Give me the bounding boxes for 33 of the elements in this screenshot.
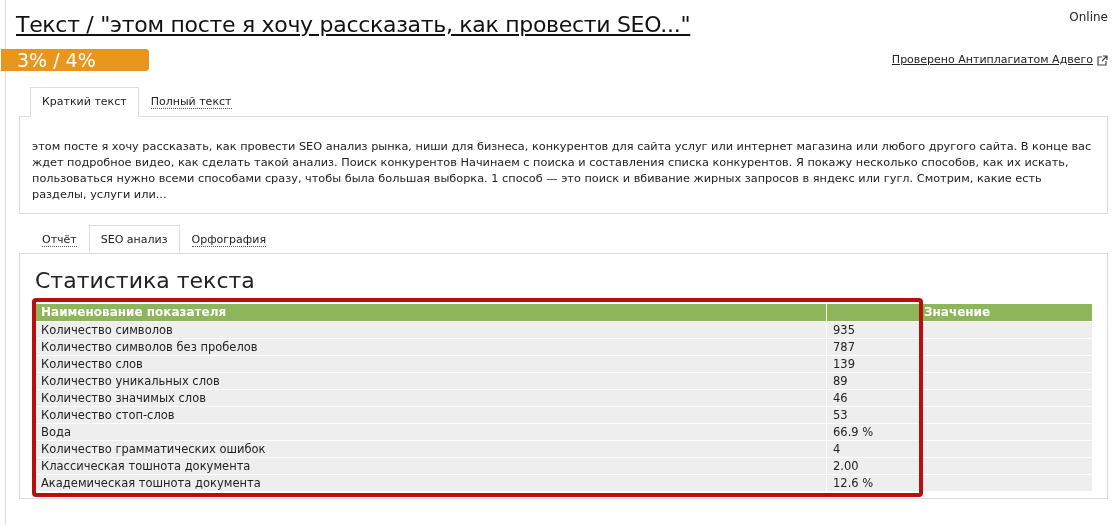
table-cell: Академическая тошнота документа — [35, 475, 826, 491]
check-link[interactable]: Проверено Антиплагиатом Адвего — [891, 51, 1108, 69]
table-cell: 66.9 % — [826, 424, 918, 440]
column-header: Наименование показателя — [35, 304, 826, 321]
text-preview: этом посте я хочу рассказать, как провести SEO анализ рынка, ниши для бизнеса, конкурентов для сайта услуг или интернет магазина или любого другого сайта. В конце вас ждет подробное видео, как сделать такой анализ. Поиск конкурентов Начинаем с поиска и составления списка конкурентов. Я покажу несколько способов, как их искать, пользоваться нужно всеми способами сразу, чтобы была большая выборка. 1 способ — это поиск и вбивание жирных запросов в яндекс или гугл. Смотрим, какие есть разделы, услуги или... — [31, 138, 1093, 203]
table-cell: Количество грамматических ошибок — [35, 441, 826, 457]
column-header: Значение — [918, 304, 1092, 321]
table-cell: 2.00 — [826, 458, 918, 474]
section-heading: Статистика текста — [35, 267, 256, 295]
title-link[interactable]: Текст / "этом посте я хочу рассказать, как провести SEO..." — [16, 8, 691, 41]
tab[interactable]: SEO анализ — [88, 224, 180, 254]
tab[interactable]: Краткий текст — [30, 87, 139, 117]
table-cell: 935 — [826, 322, 918, 338]
tab[interactable]: Полный текст — [138, 87, 244, 117]
table-cell: 46 — [826, 390, 918, 406]
table-cell: Количество символов без пробелов — [35, 339, 826, 355]
table-cell: Количество уникальных слов — [35, 373, 826, 389]
table-cell: Количество слов — [35, 356, 826, 372]
tab[interactable]: Отчёт — [30, 224, 89, 254]
table-cell: 139 — [826, 356, 918, 372]
table-cell: 53 — [826, 407, 918, 423]
tab[interactable]: Орфография — [179, 224, 278, 254]
online-status: Online — [1069, 9, 1108, 26]
table-cell: Количество символов — [35, 322, 826, 338]
table-cell: 4 — [826, 441, 918, 457]
score-badge: 3% / 4% — [1, 49, 149, 71]
table-cell: Классическая тошнота документа — [35, 458, 826, 474]
table-cell: 787 — [826, 339, 918, 355]
table-cell: Количество значимых слов — [35, 390, 826, 406]
table-cell: 89 — [826, 373, 918, 389]
table-cell: Вода — [35, 424, 826, 440]
table-cell: Количество стоп-слов — [35, 407, 826, 423]
table-cell: 12.6 % — [826, 475, 918, 491]
